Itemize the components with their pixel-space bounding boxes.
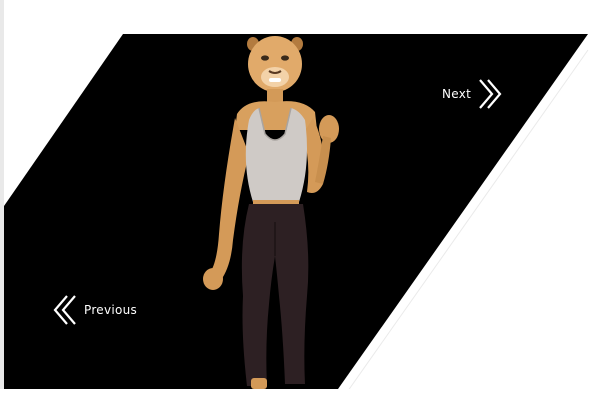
double-chevron-right-icon — [479, 79, 502, 109]
next-button[interactable]: Next — [442, 78, 503, 110]
slide-image-character — [203, 36, 339, 389]
previous-button[interactable]: Previous — [52, 294, 137, 326]
previous-label: Previous — [84, 303, 138, 317]
slider-stage: Next Previous — [0, 0, 593, 405]
next-label: Next — [442, 87, 472, 101]
bottom-whitespace — [0, 389, 593, 405]
double-chevron-left-icon — [53, 295, 76, 325]
